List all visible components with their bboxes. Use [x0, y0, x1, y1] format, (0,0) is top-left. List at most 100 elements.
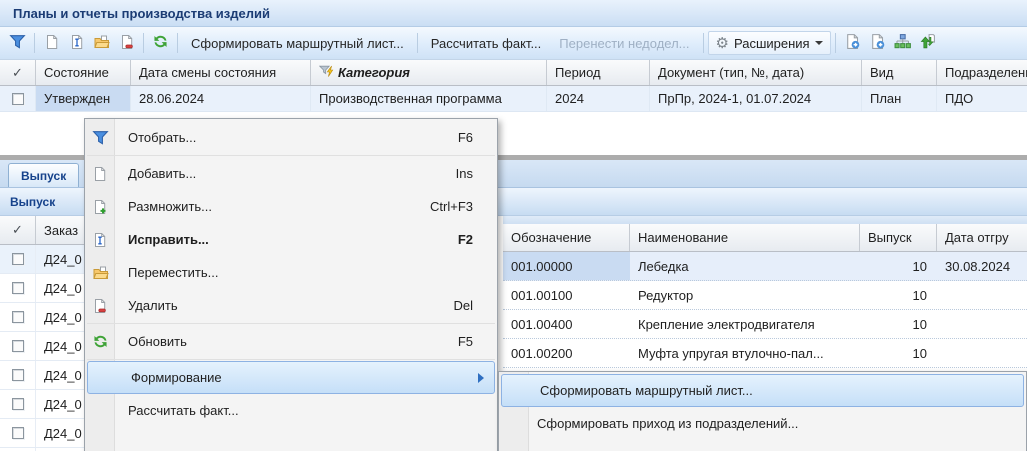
move-unfinished-label: Перенести недодел...: [559, 36, 689, 51]
delete-document-icon: [85, 298, 115, 314]
row-check-cell[interactable]: [0, 86, 36, 111]
check-icon: ✓: [12, 65, 23, 81]
structure-button[interactable]: [890, 31, 915, 55]
cell-state-date[interactable]: 28.06.2024: [131, 86, 311, 111]
column-header-category[interactable]: Категория: [311, 60, 547, 85]
column-header-ship-date[interactable]: Дата отгру: [937, 224, 1027, 251]
sync-button[interactable]: [915, 31, 940, 55]
column-header-state-date[interactable]: Дата смены состояния: [131, 60, 311, 85]
menu-item-delete[interactable]: Удалить Del: [85, 289, 497, 322]
orders-check-header[interactable]: ✓: [0, 216, 36, 244]
export-button[interactable]: [840, 31, 865, 55]
item-date-cell[interactable]: [937, 310, 1027, 338]
row-checkbox[interactable]: [12, 253, 24, 265]
edit-button[interactable]: [64, 31, 89, 55]
item-qty-cell[interactable]: 10: [860, 252, 937, 280]
extensions-label: Расширения: [734, 36, 810, 51]
item-date-cell[interactable]: 30.08.2024: [937, 252, 1027, 280]
calc-fact-label: Рассчитать факт...: [431, 36, 542, 51]
column-header-qty[interactable]: Выпуск: [860, 224, 937, 251]
page-title: Планы и отчеты производства изделий: [13, 6, 270, 21]
gear-icon: ⚙: [716, 36, 729, 51]
column-header-document[interactable]: Документ (тип, №, дата): [650, 60, 862, 85]
item-qty-cell[interactable]: 10: [860, 281, 937, 309]
application-window: Планы и отчеты производства изделий: [0, 0, 1027, 451]
column-header-period[interactable]: Период: [547, 60, 650, 85]
add-button[interactable]: [39, 31, 64, 55]
check-column-header[interactable]: ✓: [0, 60, 36, 85]
item-row[interactable]: 001.00100 Редуктор 10: [503, 281, 1027, 310]
row-checkbox[interactable]: [12, 93, 24, 105]
item-name-cell[interactable]: Крепление электродвигателя: [630, 310, 860, 338]
new-document-icon: [85, 166, 115, 182]
item-date-cell[interactable]: [937, 281, 1027, 309]
toolbar-separator: [143, 33, 144, 53]
item-name-cell[interactable]: Лебедка: [630, 252, 860, 280]
row-checkbox[interactable]: [12, 427, 24, 439]
item-name-cell[interactable]: Редуктор: [630, 281, 860, 309]
filter-button[interactable]: [5, 31, 30, 55]
menu-separator: [87, 155, 495, 156]
cell-kind[interactable]: План: [862, 86, 937, 111]
cell-document[interactable]: ПрПр, 2024-1, 01.07.2024: [650, 86, 862, 111]
item-code-cell[interactable]: 001.00200: [503, 339, 630, 367]
item-code-cell[interactable]: 001.00100: [503, 281, 630, 309]
import-button[interactable]: [865, 31, 890, 55]
column-header-kind[interactable]: Вид: [862, 60, 937, 85]
import-document-icon: [869, 33, 886, 53]
filter-funnel-icon: [85, 129, 115, 146]
column-header-code[interactable]: Обозначение: [503, 224, 630, 251]
item-code-cell[interactable]: 001.00000: [503, 252, 630, 280]
column-header-state[interactable]: Состояние: [36, 60, 131, 85]
menu-item-formation[interactable]: Формирование: [87, 361, 495, 394]
items-header: Обозначение Наименование Выпуск Дата отг…: [503, 224, 1027, 252]
item-date-cell[interactable]: [937, 339, 1027, 367]
cell-category[interactable]: Производственная программа: [311, 86, 547, 111]
item-row[interactable]: 001.00400 Крепление электродвигателя 10: [503, 310, 1027, 339]
menu-item-move[interactable]: Переместить...: [85, 256, 497, 289]
items-top-strip: [503, 216, 1027, 224]
filter-funnel-icon: [9, 33, 26, 53]
item-row[interactable]: 001.00200 Муфта упругая втулочно-пал... …: [503, 339, 1027, 368]
row-checkbox[interactable]: [12, 398, 24, 410]
move-folder-icon: [85, 265, 115, 281]
cell-department[interactable]: ПДО: [937, 86, 1027, 111]
refresh-button[interactable]: [148, 31, 173, 55]
cell-state[interactable]: Утвержден: [36, 86, 131, 111]
item-name-cell[interactable]: Муфта упругая втулочно-пал...: [630, 339, 860, 367]
item-row[interactable]: 001.00000 Лебедка 10 30.08.2024: [503, 252, 1027, 281]
move-button[interactable]: [89, 31, 114, 55]
row-checkbox[interactable]: [12, 282, 24, 294]
menu-item-filter[interactable]: Отобрать... F6: [85, 121, 497, 154]
formation-submenu: Сформировать маршрутный лист... Сформиро…: [498, 371, 1027, 451]
org-chart-icon: [894, 33, 911, 53]
item-code-cell[interactable]: 001.00400: [503, 310, 630, 338]
tab-vypusk[interactable]: Выпуск: [8, 163, 79, 187]
plans-grid-header: ✓ Состояние Дата смены состояния Категор…: [0, 60, 1027, 86]
item-qty-cell[interactable]: 10: [860, 339, 937, 367]
submenu-item-route-sheet[interactable]: Сформировать маршрутный лист...: [501, 374, 1024, 407]
row-checkbox[interactable]: [12, 311, 24, 323]
context-menu: Отобрать... F6 Добавить... Ins Размножит…: [84, 118, 498, 451]
submenu-item-receipt[interactable]: Сформировать приход из подразделений...: [499, 407, 1026, 440]
menu-separator: [87, 323, 495, 324]
check-icon: ✓: [12, 222, 23, 238]
column-header-department[interactable]: Подразделени: [937, 60, 1027, 85]
menu-item-calc-fact[interactable]: Рассчитать факт...: [85, 394, 497, 427]
extensions-button[interactable]: ⚙ Расширения: [708, 31, 831, 55]
menu-item-edit[interactable]: Исправить... F2: [85, 223, 497, 256]
plans-grid-row[interactable]: Утвержден 28.06.2024 Производственная пр…: [0, 86, 1027, 112]
toolbar-separator: [177, 33, 178, 53]
menu-item-refresh[interactable]: Обновить F5: [85, 325, 497, 358]
row-checkbox[interactable]: [12, 369, 24, 381]
cell-period[interactable]: 2024: [547, 86, 650, 111]
menu-item-duplicate[interactable]: Размножить... Ctrl+F3: [85, 190, 497, 223]
row-checkbox[interactable]: [12, 340, 24, 352]
delete-button[interactable]: [114, 31, 139, 55]
menu-item-add[interactable]: Добавить... Ins: [85, 157, 497, 190]
column-filter-lightning-icon: [319, 65, 334, 81]
form-route-sheet-button[interactable]: Сформировать маршрутный лист...: [182, 31, 413, 55]
calc-fact-button[interactable]: Рассчитать факт...: [422, 31, 551, 55]
item-qty-cell[interactable]: 10: [860, 310, 937, 338]
column-header-name[interactable]: Наименование: [630, 224, 860, 251]
